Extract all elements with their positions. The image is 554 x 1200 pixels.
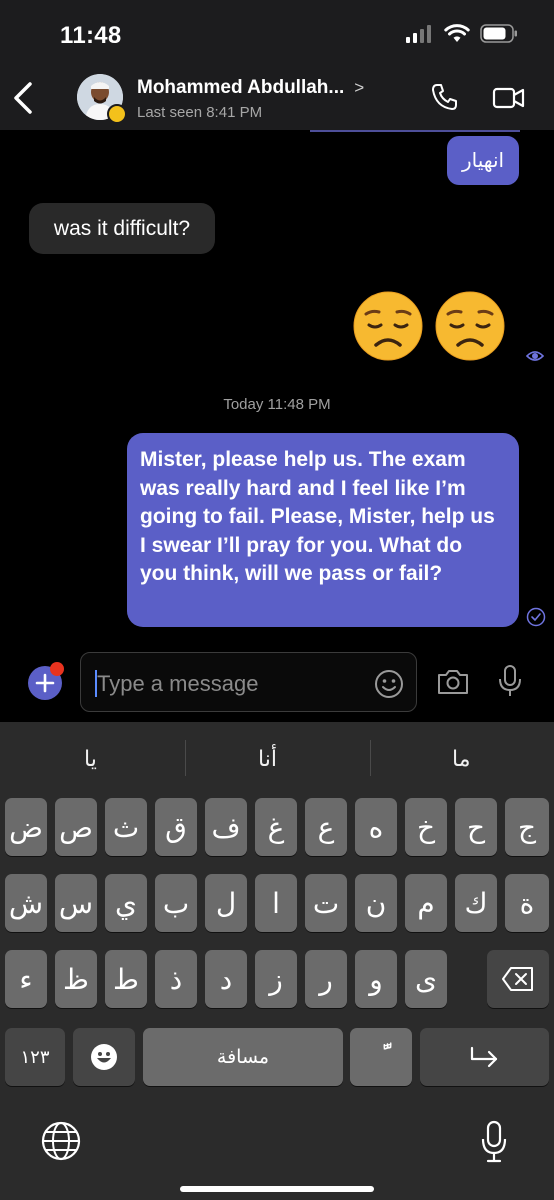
key[interactable]: ر <box>305 950 347 1008</box>
status-time: 11:48 <box>60 22 122 49</box>
key[interactable]: ج <box>505 798 549 856</box>
key[interactable]: ة <box>505 874 549 932</box>
tanween-key[interactable]: ًّ <box>350 1028 412 1086</box>
key[interactable]: ء <box>5 950 47 1008</box>
chevron-right-icon: > <box>354 78 365 97</box>
avatar[interactable] <box>77 74 127 124</box>
phone-icon[interactable] <box>430 82 460 112</box>
suggestion-bar: يا أنا ما <box>0 722 554 798</box>
contact-name: Mohammed Abdullah... <box>137 77 345 98</box>
suggestion-item[interactable]: ما <box>452 746 471 772</box>
key[interactable]: ف <box>205 798 247 856</box>
key[interactable]: ى <box>405 950 447 1008</box>
key[interactable]: د <box>205 950 247 1008</box>
key[interactable]: غ <box>255 798 297 856</box>
microphone-icon[interactable] <box>497 664 523 698</box>
key[interactable]: ص <box>55 798 97 856</box>
camera-icon[interactable] <box>436 667 470 697</box>
key[interactable]: ط <box>105 950 147 1008</box>
key[interactable]: ل <box>205 874 247 932</box>
key[interactable]: ب <box>155 874 197 932</box>
key[interactable]: ث <box>105 798 147 856</box>
suggestion-divider <box>370 740 371 776</box>
notification-dot <box>50 662 64 676</box>
home-indicator <box>180 1186 374 1192</box>
return-arrow-icon <box>470 1046 497 1068</box>
dictation-microphone-icon[interactable] <box>480 1120 508 1164</box>
key[interactable]: ك <box>455 874 497 932</box>
presence-away-icon <box>107 104 127 124</box>
suggestion-item[interactable]: أنا <box>258 746 277 772</box>
key[interactable]: ش <box>5 874 47 932</box>
globe-icon[interactable] <box>40 1120 82 1162</box>
chat-header: Mohammed Abdullah... > Last seen 8:41 PM <box>0 70 554 130</box>
return-key[interactable] <box>420 1028 549 1086</box>
key[interactable]: ه <box>355 798 397 856</box>
key[interactable]: خ <box>405 798 447 856</box>
key[interactable]: ا <box>255 874 297 932</box>
key[interactable]: ز <box>255 950 297 1008</box>
key[interactable]: ض <box>5 798 47 856</box>
key[interactable]: ع <box>305 798 347 856</box>
message-input[interactable]: Type a message <box>80 652 417 712</box>
message-outgoing[interactable]: Mister, please help us. The exam was rea… <box>127 433 519 627</box>
signal-icon <box>406 24 431 43</box>
key[interactable]: ي <box>105 874 147 932</box>
keyboard: يا أنا ما ض ص ث ق ف غ ع ه خ ح ج ش س ي ب … <box>0 722 554 1200</box>
wifi-icon <box>444 24 470 42</box>
back-chevron-icon[interactable] <box>10 80 38 116</box>
status-bar: 11:48 <box>0 0 554 70</box>
suggestion-divider <box>185 740 186 776</box>
battery-icon <box>480 24 517 43</box>
status-icons <box>406 24 518 43</box>
backspace-icon <box>502 967 533 991</box>
header-divider <box>310 130 520 132</box>
message-outgoing[interactable]: انهيار <box>447 136 519 185</box>
disappointed-face-emoji[interactable] <box>352 290 424 362</box>
message-incoming[interactable]: was it difficult? <box>29 203 215 254</box>
delivered-check-icon <box>526 607 546 627</box>
emoji-key[interactable] <box>73 1028 135 1086</box>
space-key[interactable]: مسافة <box>143 1028 343 1086</box>
key[interactable]: ح <box>455 798 497 856</box>
message-timestamp: Today 11:48 PM <box>223 396 331 413</box>
last-seen: Last seen 8:41 PM <box>137 104 263 121</box>
key[interactable]: ذ <box>155 950 197 1008</box>
video-camera-icon[interactable] <box>492 84 526 112</box>
delete-key[interactable] <box>487 950 549 1008</box>
key[interactable]: ن <box>355 874 397 932</box>
suggestion-item[interactable]: يا <box>84 746 97 772</box>
numbers-key[interactable]: ١٢٣ <box>5 1028 65 1086</box>
message-placeholder: Type a message <box>97 671 259 696</box>
key[interactable]: و <box>355 950 397 1008</box>
emoji-icon[interactable] <box>373 668 405 700</box>
disappointed-face-emoji[interactable] <box>434 290 506 362</box>
key[interactable]: ظ <box>55 950 97 1008</box>
contact-info[interactable]: Mohammed Abdullah... > Last seen 8:41 PM <box>137 77 364 121</box>
emoji-icon <box>91 1044 117 1070</box>
key[interactable]: م <box>405 874 447 932</box>
key[interactable]: س <box>55 874 97 932</box>
key[interactable]: ت <box>305 874 347 932</box>
key[interactable]: ق <box>155 798 197 856</box>
seen-eye-icon <box>526 351 544 361</box>
